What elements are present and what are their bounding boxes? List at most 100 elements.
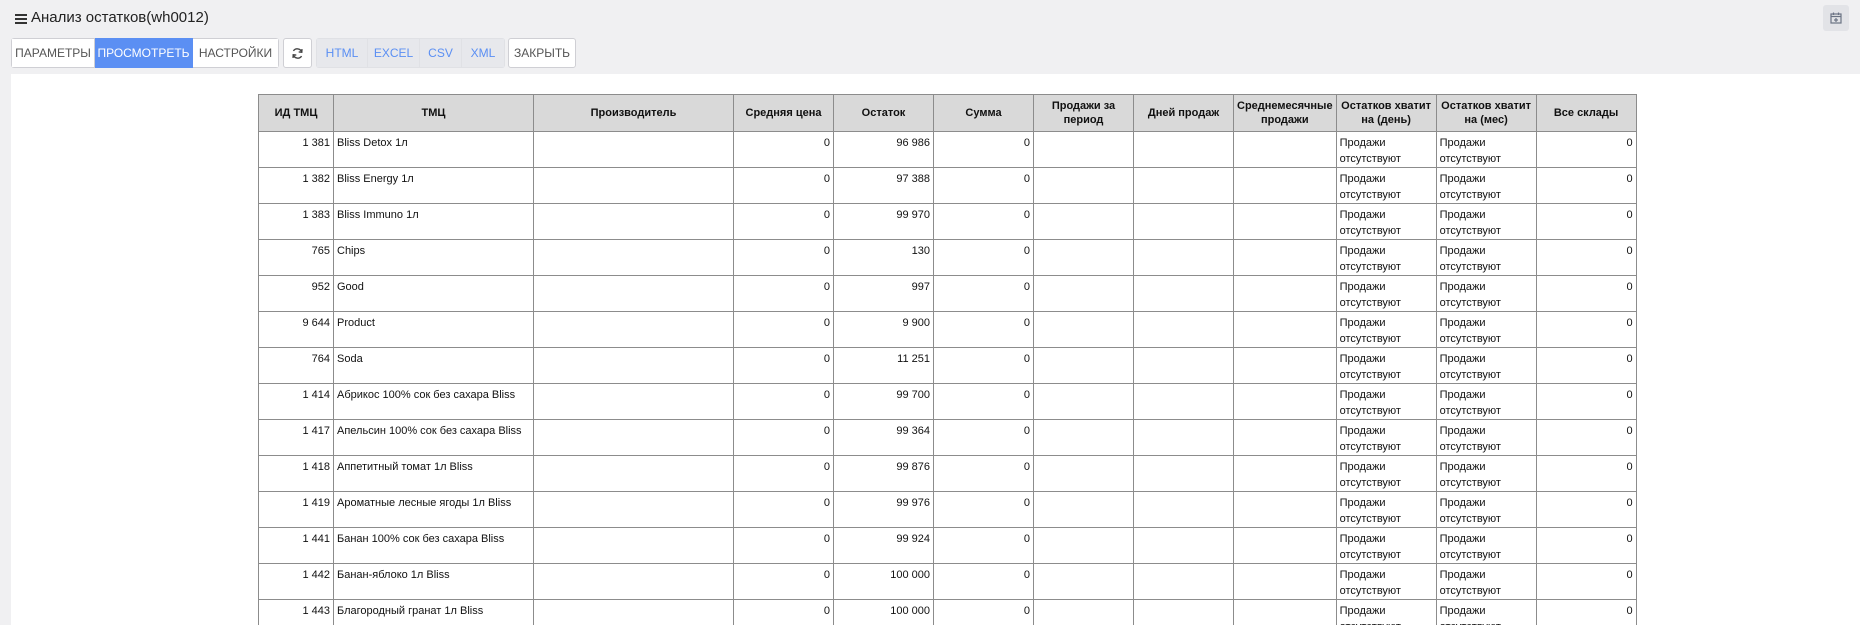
table-row: 1 383 Bliss Immuno 1л 0 99 970 0 Продажи отсу… — [258, 203, 1637, 240]
refresh-button[interactable] — [283, 38, 312, 68]
column-header[interactable]: Производитель — [533, 94, 734, 132]
table-cell — [1033, 527, 1134, 564]
table-row: 9 644 Product 0 9 900 0 Продажи отсутствуют Пр… — [258, 311, 1637, 348]
table-cell: 0 — [733, 131, 834, 168]
table-cell: Bliss Immuno 1л — [333, 203, 534, 240]
table-cell: Продажи отсутствуют — [1435, 383, 1537, 420]
table-cell: Продажи отсутствуют — [1435, 599, 1537, 625]
table-cell: 0 — [733, 347, 834, 384]
table-cell — [533, 455, 734, 492]
settings-button[interactable]: НАСТРОЙКИ — [193, 38, 279, 68]
column-header[interactable]: Сумма — [933, 94, 1034, 132]
column-header[interactable]: Среднемесячные продажи — [1233, 94, 1337, 132]
table-cell: 0 — [733, 239, 834, 276]
table-cell: 0 — [933, 167, 1034, 204]
table-cell: Bliss Detox 1л — [333, 131, 534, 168]
table-cell — [1233, 203, 1337, 240]
table-cell: 0 — [1535, 563, 1637, 600]
refresh-icon — [292, 47, 303, 59]
table-cell: 99 970 — [833, 203, 934, 240]
table-cell: 0 — [933, 527, 1034, 564]
table-row: 1 414 Абрикос 100% сок без сахара Bliss 0 9… — [258, 383, 1637, 420]
export-excel-button[interactable]: EXCEL — [368, 38, 420, 68]
column-header[interactable]: Остаток — [833, 94, 934, 132]
table-cell: Продажи отсутствуют — [1335, 491, 1437, 528]
table-cell: Ароматные лесные ягоды 1л Bliss — [333, 491, 534, 528]
table-cell — [1133, 131, 1234, 168]
column-header[interactable]: Средняя цена — [733, 94, 834, 132]
table-cell — [533, 563, 734, 600]
table-cell: 1 419 — [258, 491, 334, 528]
page-title: Анализ остатков(wh0012) — [31, 9, 209, 26]
table-cell: 0 — [733, 527, 834, 564]
table-cell — [1033, 491, 1134, 528]
table-cell — [533, 167, 734, 204]
table-cell — [1033, 167, 1134, 204]
params-button[interactable]: ПАРАМЕТРЫ — [11, 38, 95, 68]
table-cell: 100 000 — [833, 563, 934, 600]
table-cell: Продажи отсутствуют — [1435, 419, 1537, 456]
column-header[interactable]: Дней продаж — [1133, 94, 1234, 132]
table-cell: 0 — [1535, 131, 1637, 168]
table-cell — [1133, 527, 1234, 564]
table-cell: 952 — [258, 275, 334, 312]
table-cell — [533, 419, 734, 456]
column-header[interactable]: ТМЦ — [333, 94, 534, 132]
table-cell: Продажи отсутствуют — [1435, 491, 1537, 528]
table-cell: 1 414 — [258, 383, 334, 420]
table-cell — [533, 527, 734, 564]
table-cell: 0 — [933, 491, 1034, 528]
column-header[interactable]: Все склады — [1535, 94, 1637, 132]
title-bar: Анализ остатков(wh0012) — [0, 0, 1860, 34]
export-csv-button[interactable]: CSV — [420, 38, 462, 68]
table-cell — [1133, 275, 1234, 312]
table-cell — [533, 383, 734, 420]
calendar-add-button[interactable] — [1823, 5, 1849, 31]
table-cell: 0 — [1535, 419, 1637, 456]
table-cell: Chips — [333, 239, 534, 276]
table-cell: 0 — [933, 455, 1034, 492]
table-row: 1 381 Bliss Detox 1л 0 96 986 0 Продажи отсут… — [258, 131, 1637, 168]
table-body: 1 381 Bliss Detox 1л 0 96 986 0 Продажи отсут… — [258, 131, 1637, 625]
table-cell — [533, 203, 734, 240]
table-cell: 0 — [733, 455, 834, 492]
table-cell: Продажи отсутствуют — [1435, 239, 1537, 276]
table-cell — [533, 311, 734, 348]
column-header[interactable]: Остатков хватит на (день) — [1335, 94, 1437, 132]
table-cell: 1 443 — [258, 599, 334, 625]
table-cell: 97 388 — [833, 167, 934, 204]
table-cell: 0 — [933, 203, 1034, 240]
table-cell — [1133, 419, 1234, 456]
table-cell: 0 — [1535, 203, 1637, 240]
column-header[interactable]: Остатков хватит на (мес) — [1435, 94, 1537, 132]
table-cell — [1233, 455, 1337, 492]
table-cell: 0 — [733, 311, 834, 348]
table-header-row: ИД ТМЦ ТМЦ Производитель Средняя цена Остато… — [258, 94, 1637, 132]
table-cell: 1 442 — [258, 563, 334, 600]
table-row: 1 417 Апельсин 100% сок без сахара Bliss 0… — [258, 419, 1637, 456]
table-cell: 130 — [833, 239, 934, 276]
table-cell: Продажи отсутствуют — [1335, 455, 1437, 492]
calendar-add-icon — [1830, 12, 1842, 24]
table-cell: Продажи отсутствуют — [1435, 347, 1537, 384]
menu-icon[interactable] — [15, 12, 27, 24]
table-cell: Good — [333, 275, 534, 312]
export-xml-button[interactable]: XML — [462, 38, 505, 68]
table-cell — [1133, 491, 1234, 528]
column-header[interactable]: ИД ТМЦ — [258, 94, 334, 132]
table-cell — [1033, 203, 1134, 240]
table-cell — [1033, 419, 1134, 456]
table-cell — [533, 275, 734, 312]
table-cell — [1133, 455, 1234, 492]
export-html-button[interactable]: HTML — [316, 38, 368, 68]
table-cell: 100 000 — [833, 599, 934, 625]
column-header[interactable]: Продажи за период — [1033, 94, 1134, 132]
table-cell: Продажи отсутствуют — [1435, 131, 1537, 168]
view-button[interactable]: ПРОСМОТРЕТЬ — [95, 38, 193, 68]
table-cell — [1233, 167, 1337, 204]
table-cell — [1033, 599, 1134, 625]
close-button[interactable]: ЗАКРЫТЬ — [508, 38, 576, 68]
table-cell — [1033, 383, 1134, 420]
table-cell: Продажи отсутствуют — [1335, 167, 1437, 204]
table-cell: 0 — [733, 491, 834, 528]
